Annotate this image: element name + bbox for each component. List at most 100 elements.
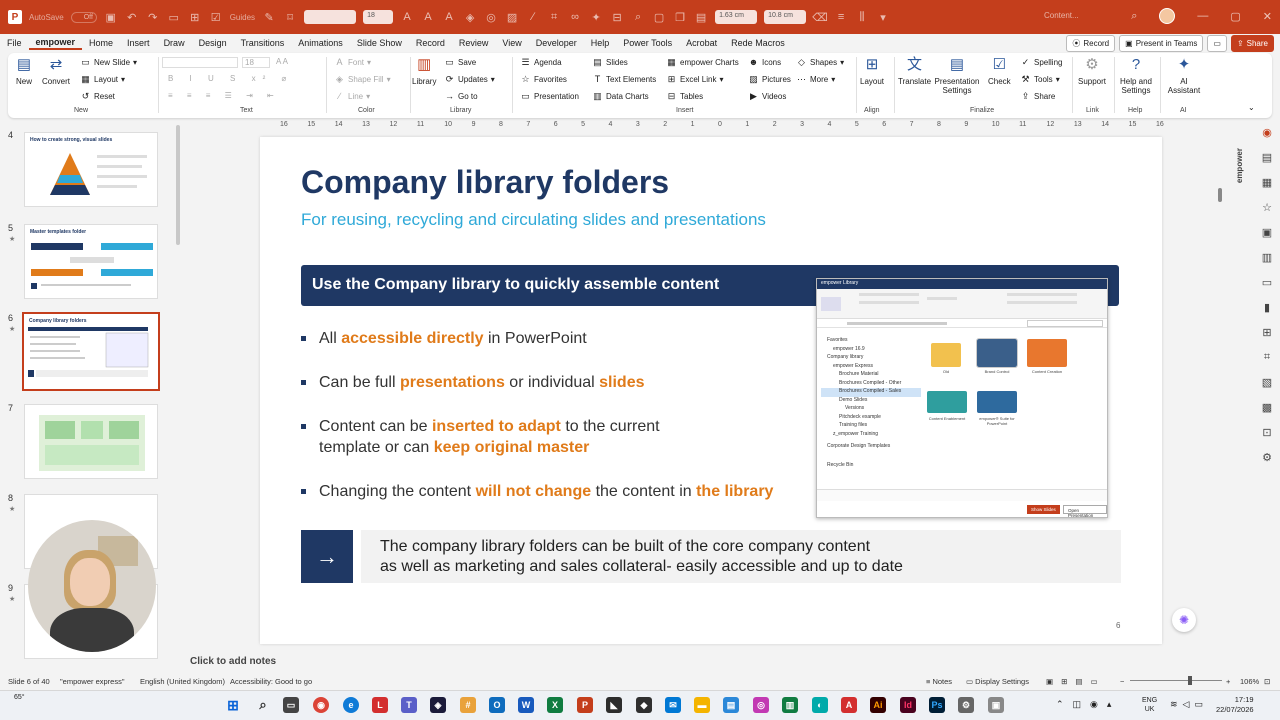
more-commands-icon[interactable]: ▾ bbox=[876, 10, 890, 24]
outlook-icon[interactable]: O bbox=[489, 697, 505, 713]
empower-charts-button[interactable]: ▦ empower Charts bbox=[666, 57, 738, 68]
panel-icon[interactable]: ▩ bbox=[1262, 401, 1272, 414]
bullet-item[interactable]: Changing the content will not change the… bbox=[301, 481, 811, 502]
slide-thumbnail-4[interactable]: How to create strong, visual slides bbox=[24, 132, 158, 207]
network-volume-battery-icons[interactable]: ≋◁▭ bbox=[1170, 699, 1208, 710]
zoom-level[interactable]: 106% bbox=[1240, 677, 1259, 686]
tables-button[interactable]: ⊟ Tables bbox=[666, 91, 703, 102]
go-to-button[interactable]: → Go to bbox=[444, 91, 478, 102]
updates-button[interactable]: ⟳ Updates ▾ bbox=[444, 74, 495, 85]
collapse-ribbon-icon[interactable]: ⌄ bbox=[1248, 103, 1255, 112]
ai-assistant-button[interactable]: ✦ AI Assistant bbox=[1164, 55, 1204, 95]
panel-icon[interactable]: ▦ bbox=[1262, 176, 1272, 189]
empower-pane-label[interactable]: empower bbox=[1235, 148, 1244, 183]
powerpoint-icon[interactable]: P bbox=[577, 697, 593, 713]
slide-thumbnail-5[interactable]: Master templates folder bbox=[24, 224, 158, 299]
rectangle-icon[interactable]: ▢ bbox=[652, 10, 666, 24]
panel-icon[interactable]: ▤ bbox=[1262, 151, 1272, 164]
font-name-dropdown[interactable] bbox=[162, 57, 238, 68]
system-tray-icons[interactable]: ⌃◫◉▴ bbox=[1056, 699, 1120, 710]
tab-rede-macros[interactable]: Rede Macros bbox=[724, 38, 792, 48]
app-icon[interactable]: ◐ bbox=[812, 697, 828, 713]
tab-empower[interactable]: empower bbox=[28, 37, 83, 50]
autosave-toggle[interactable]: Off bbox=[70, 11, 97, 23]
reset-button[interactable]: ↺ Reset bbox=[80, 91, 115, 102]
font-size-box[interactable]: 18 bbox=[363, 10, 394, 24]
app-icon[interactable]: ▣ bbox=[988, 697, 1004, 713]
favorites-button[interactable]: ☆ Favorites bbox=[520, 74, 566, 85]
data-charts-button[interactable]: ▥ Data Charts bbox=[592, 91, 648, 102]
tab-insert[interactable]: Insert bbox=[120, 38, 157, 48]
spelling-button[interactable]: ✓ Spelling bbox=[1020, 57, 1063, 68]
table-icon[interactable]: ⊟ bbox=[610, 10, 624, 24]
zoom-slider-thumb[interactable] bbox=[1188, 676, 1192, 685]
tab-acrobat[interactable]: Acrobat bbox=[679, 38, 724, 48]
illustrator-icon[interactable]: Ai bbox=[870, 697, 886, 713]
slide-callout[interactable]: The company library folders can be built… bbox=[361, 530, 1121, 583]
gear-icon[interactable]: ⚙ bbox=[1262, 451, 1272, 464]
pen-icon[interactable]: ✎ bbox=[262, 10, 276, 24]
align-icon[interactable]: ≡ bbox=[834, 10, 848, 24]
start-from-beginning-icon[interactable]: ▭ bbox=[167, 10, 181, 24]
tab-file[interactable]: File bbox=[0, 38, 29, 48]
paste-icon[interactable]: ▤ bbox=[694, 10, 708, 24]
layout-button[interactable]: ▦ Layout ▾ bbox=[80, 74, 125, 85]
save-to-library-button[interactable]: ▭ Save bbox=[444, 57, 476, 68]
font-style-buttons[interactable]: B I U S x² ⌀ bbox=[168, 74, 293, 83]
icons-button[interactable]: ☻ Icons bbox=[748, 57, 781, 68]
crop-icon[interactable]: ⌗ bbox=[547, 10, 561, 24]
chrome-icon[interactable]: ◉ bbox=[313, 697, 329, 713]
photoshop-icon[interactable]: Ps bbox=[929, 697, 945, 713]
presentation-button[interactable]: ▭ Presentation bbox=[520, 91, 579, 102]
support-button[interactable]: ⚙ Support bbox=[1078, 55, 1106, 86]
panel-icon[interactable]: ▭ bbox=[1262, 276, 1272, 289]
library-button[interactable]: ▥ Library bbox=[412, 55, 436, 86]
clock[interactable]: 17:19 22/07/2026 bbox=[1216, 695, 1254, 715]
notes-button[interactable]: ≡ Notes bbox=[926, 677, 952, 686]
copy-icon[interactable]: ❐ bbox=[673, 10, 687, 24]
format-painter-icon[interactable]: ⌑ bbox=[283, 10, 297, 24]
app-icon[interactable]: ◆ bbox=[636, 697, 652, 713]
new-slide-button[interactable]: ▭ New Slide ▾ bbox=[80, 57, 137, 68]
slide-canvas[interactable]: Company library folders For reusing, rec… bbox=[260, 137, 1162, 644]
tab-record[interactable]: Record bbox=[409, 38, 452, 48]
slide-scrollbar-thumb[interactable] bbox=[1218, 188, 1222, 202]
tab-draw[interactable]: Draw bbox=[157, 38, 192, 48]
app-icon[interactable]: ✉ bbox=[665, 697, 681, 713]
view-buttons[interactable]: ▣⊞▤▭ bbox=[1046, 677, 1106, 686]
shapes-button[interactable]: ◇ Shapes ▾ bbox=[796, 57, 844, 68]
check-button[interactable]: ☑ Check bbox=[988, 55, 1011, 86]
app-l-icon[interactable]: L bbox=[372, 697, 388, 713]
minimize-icon[interactable]: — bbox=[1197, 10, 1208, 22]
translate-button[interactable]: 文 Translate bbox=[898, 55, 931, 86]
panel-icon[interactable]: ▣ bbox=[1262, 226, 1272, 239]
app-icon[interactable]: ◣ bbox=[606, 697, 622, 713]
line-icon[interactable]: ∕ bbox=[526, 10, 540, 24]
indesign-icon[interactable]: Id bbox=[900, 697, 916, 713]
undo-icon[interactable]: ↶ bbox=[125, 10, 139, 24]
open-presentation-button[interactable]: Open Presentation bbox=[1063, 505, 1107, 517]
zoom-slider[interactable] bbox=[1130, 680, 1222, 681]
title-search-icon[interactable]: ⌕ bbox=[1131, 10, 1137, 23]
word-icon[interactable]: W bbox=[518, 697, 534, 713]
language[interactable]: English (United Kingdom) bbox=[140, 677, 225, 686]
acrobat-icon[interactable]: A bbox=[841, 697, 857, 713]
app-icon[interactable]: ◈ bbox=[430, 697, 446, 713]
new-button[interactable]: ▤ New bbox=[14, 55, 34, 86]
notes-placeholder[interactable]: Click to add notes bbox=[190, 656, 276, 667]
tab-home[interactable]: Home bbox=[82, 38, 120, 48]
windows-start-icon[interactable]: ⊞ bbox=[225, 697, 241, 713]
fit-slide-icon[interactable]: ⊡ bbox=[1264, 677, 1270, 686]
slides-button[interactable]: ▤ Slides bbox=[592, 57, 628, 68]
save-icon[interactable]: ▣ bbox=[104, 10, 118, 24]
display-settings-button[interactable]: ▭ Display Settings bbox=[966, 677, 1029, 686]
line-color-button[interactable]: ∕ Line ▾ bbox=[334, 91, 370, 102]
slide-thumbnail-7[interactable] bbox=[24, 404, 158, 479]
tab-review[interactable]: Review bbox=[452, 38, 496, 48]
presentation-settings-button[interactable]: ▤ Presentation Settings bbox=[932, 55, 982, 95]
shape-icon[interactable]: ◎ bbox=[484, 10, 498, 24]
redo-icon[interactable]: ↷ bbox=[146, 10, 160, 24]
slack-icon[interactable]: # bbox=[460, 697, 476, 713]
shape-width-box[interactable]: 1.63 cm bbox=[715, 10, 758, 24]
thumbnails-scrollbar[interactable] bbox=[176, 125, 180, 245]
